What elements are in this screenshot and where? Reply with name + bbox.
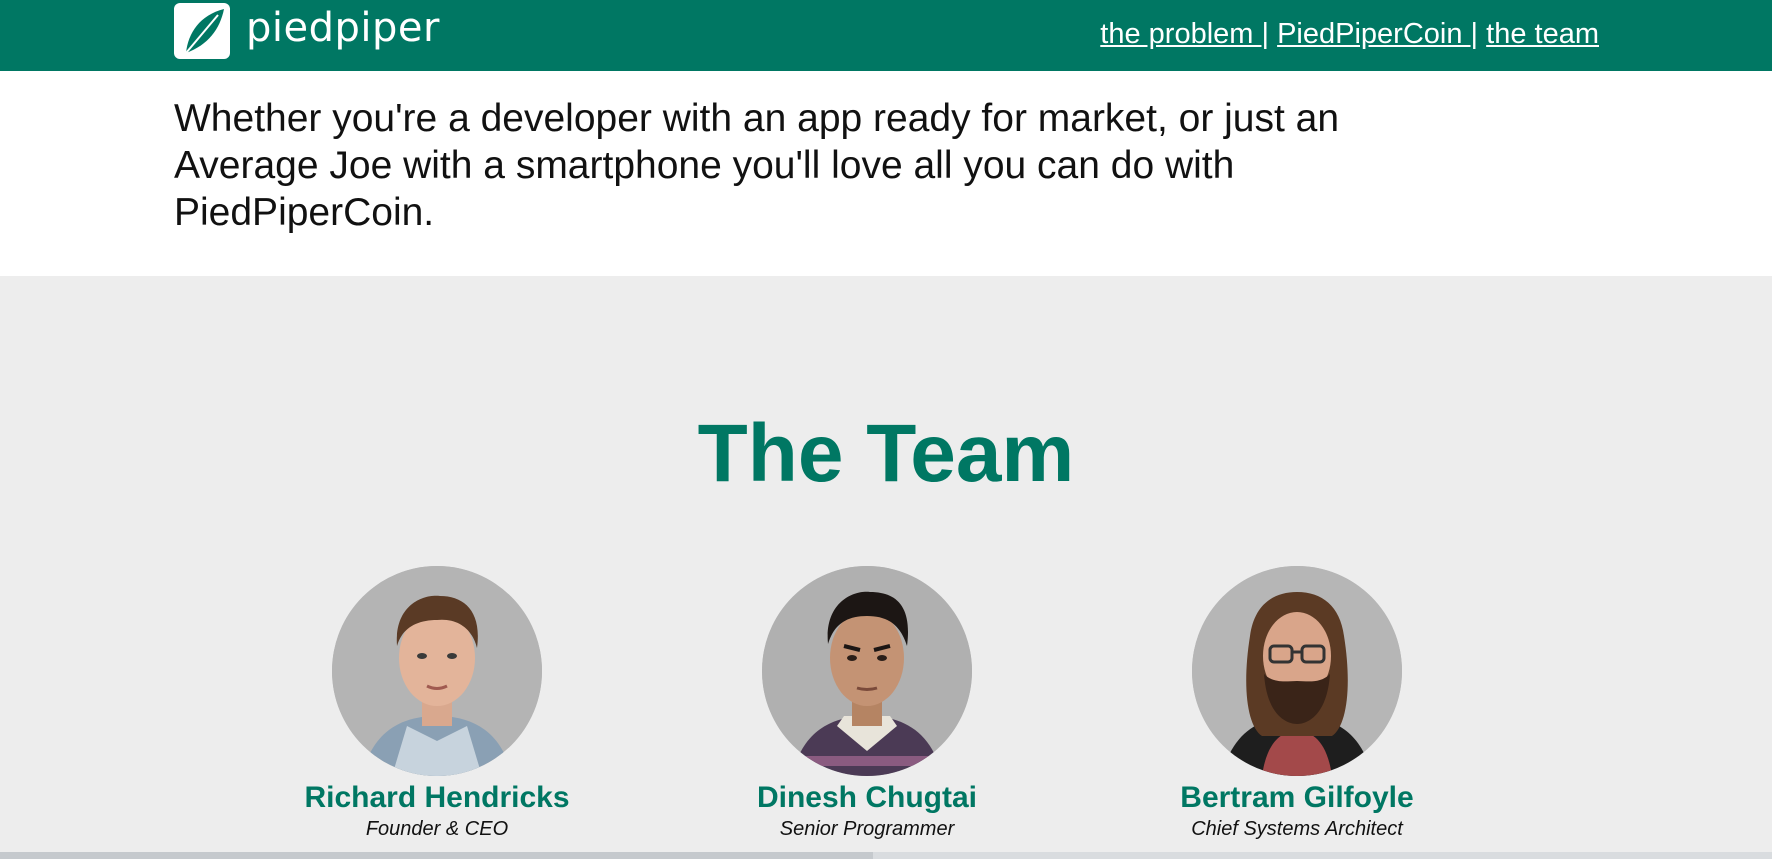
nav-separator: | xyxy=(1470,18,1479,50)
horizontal-scrollbar[interactable] xyxy=(0,852,1772,859)
team-member-card: Dinesh Chugtai Senior Programmer xyxy=(717,566,1017,842)
leaf-logo-icon xyxy=(174,3,230,59)
logo-text: piedpiper xyxy=(246,5,440,51)
intro-text: Whether you're a developer with an app r… xyxy=(174,97,1340,234)
site-header: piedpiper the problem | PiedPiperCoin | … xyxy=(0,0,1772,71)
member-photo xyxy=(1192,566,1402,776)
nav-separator: | xyxy=(1261,18,1270,50)
member-role: Senior Programmer xyxy=(779,818,955,840)
nav-link-the-team[interactable]: the team xyxy=(1486,18,1599,50)
portrait-photo-icon xyxy=(1192,566,1402,776)
team-title: The Team xyxy=(697,408,1075,499)
member-role: Founder & CEO xyxy=(365,818,509,840)
member-name: Bertram Gilfoyle xyxy=(1180,781,1414,814)
member-name: Richard Hendricks xyxy=(304,781,570,814)
team-member-card: Bertram Gilfoyle Chief Systems Architect xyxy=(1147,566,1447,842)
member-role: Chief Systems Architect xyxy=(1191,818,1403,840)
scrollbar-thumb[interactable] xyxy=(0,852,873,859)
member-photo xyxy=(762,566,972,776)
top-nav: the problem | PiedPiperCoin | the team xyxy=(1100,14,1599,54)
nav-link-the-problem[interactable]: the problem xyxy=(1100,18,1261,50)
intro-section: Whether you're a developer with an app r… xyxy=(0,71,1772,276)
portrait-photo-icon xyxy=(762,566,972,776)
member-photo xyxy=(332,566,542,776)
team-member-card: Richard Hendricks Founder & CEO xyxy=(287,566,587,842)
nav-link-piedpipercoin[interactable]: PiedPiperCoin xyxy=(1277,18,1470,50)
portrait-photo-icon xyxy=(332,566,542,776)
member-name: Dinesh Chugtai xyxy=(756,781,977,814)
logo[interactable]: piedpiper xyxy=(174,3,440,59)
